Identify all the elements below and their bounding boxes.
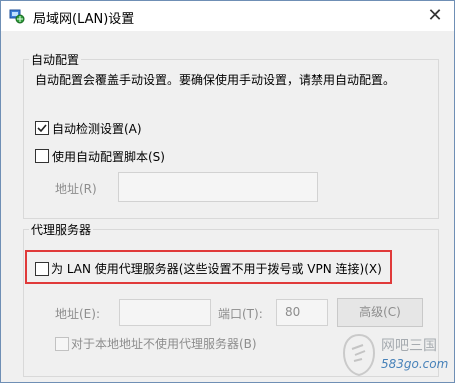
script-address-input[interactable]	[118, 172, 318, 202]
proxy-port-input[interactable]: 80	[276, 299, 328, 326]
advanced-button[interactable]: 高级(C)	[337, 298, 423, 327]
advanced-button-label: 高级(C)	[359, 305, 401, 319]
use-auto-config-script-checkbox[interactable]	[35, 149, 49, 163]
bypass-local-label[interactable]: 对于本地地址不使用代理服务器(B)	[71, 335, 257, 352]
title-bar[interactable]: 局域网(LAN)设置 ✕	[1, 1, 454, 31]
auto-config-legend: 自动配置	[29, 51, 82, 68]
proxy-address-label: 地址(E):	[55, 307, 100, 321]
proxy-address-input[interactable]	[119, 299, 211, 326]
auto-detect-checkbox[interactable]	[35, 121, 49, 135]
network-settings-icon	[9, 8, 25, 24]
proxy-port-label: 端口(T):	[218, 307, 263, 321]
bypass-local-checkbox[interactable]	[55, 337, 69, 351]
script-address-label: 地址(R)	[55, 182, 97, 196]
close-button[interactable]: ✕	[424, 5, 446, 27]
window-title: 局域网(LAN)设置	[33, 12, 135, 27]
lan-settings-dialog: 局域网(LAN)设置 ✕ 自动配置 自动配置会覆盖手动设置。要确保使用手动设置，…	[0, 0, 455, 383]
watermark-logo-icon	[342, 333, 376, 377]
proxy-legend: 代理服务器	[29, 221, 94, 238]
use-proxy-checkbox[interactable]	[35, 262, 49, 276]
watermark-brand: 网吧三国	[381, 338, 437, 354]
watermark-url: 583go.com	[381, 357, 449, 371]
site-watermark: 网吧三国 583go.com	[341, 333, 451, 381]
checkmark-icon	[37, 124, 47, 133]
use-auto-config-script-label[interactable]: 使用自动配置脚本(S)	[52, 148, 165, 165]
auto-detect-label[interactable]: 自动检测设置(A)	[52, 120, 142, 137]
auto-config-description: 自动配置会覆盖手动设置。要确保使用手动设置，请禁用自动配置。	[35, 73, 396, 87]
use-proxy-label[interactable]: 为 LAN 使用代理服务器(这些设置不用于拨号或 VPN 连接)(X)	[51, 260, 382, 277]
